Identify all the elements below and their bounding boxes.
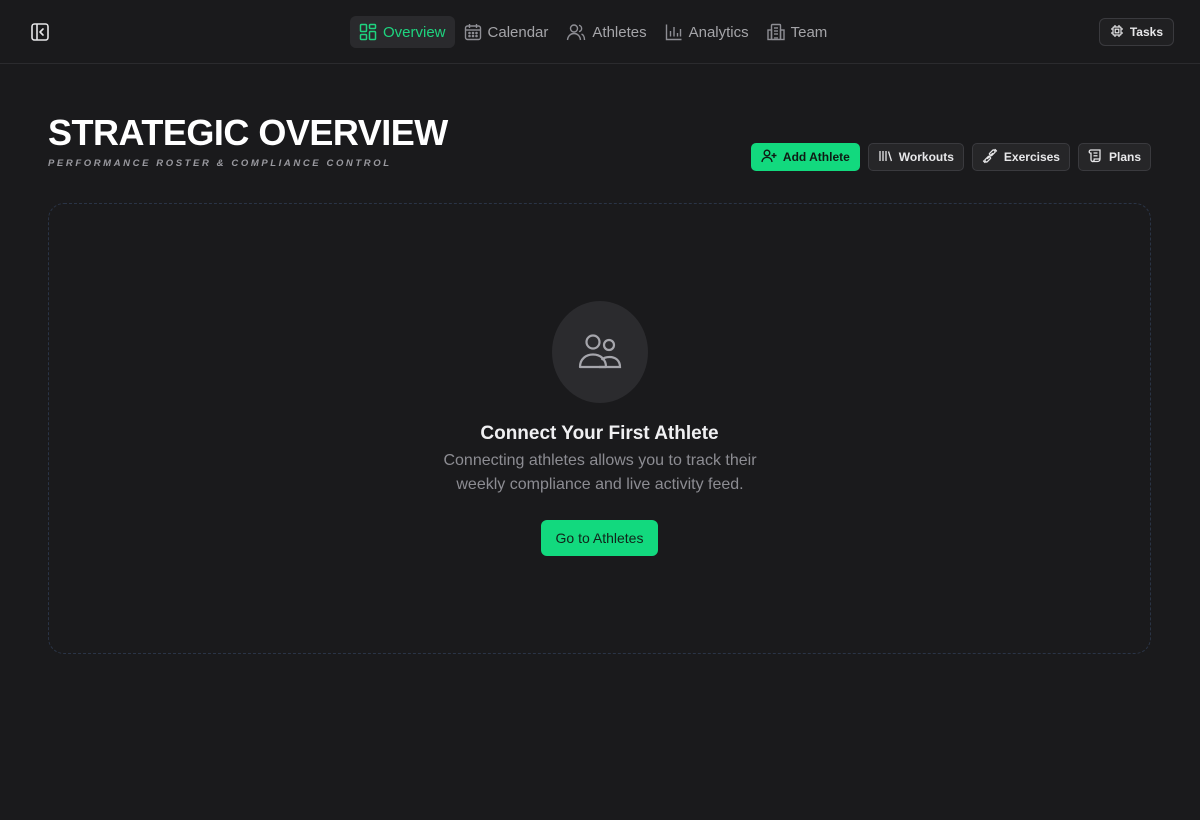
workouts-button[interactable]: Workouts xyxy=(867,143,964,171)
empty-state-title: Connect Your First Athlete xyxy=(480,423,719,444)
nav-item-team[interactable]: Team xyxy=(758,16,837,48)
nav-item-label: Overview xyxy=(383,23,446,41)
top-navigation-bar: Overview Calendar Athletes Analytics Tea… xyxy=(0,0,1200,64)
nav-item-label: Calendar xyxy=(487,23,549,41)
nav-item-label: Athletes xyxy=(592,23,647,41)
user-plus-icon xyxy=(761,149,777,166)
users-icon xyxy=(566,23,586,41)
nav-item-overview[interactable]: Overview xyxy=(350,16,455,48)
building-icon xyxy=(766,23,785,41)
page-subtitle: PERFORMANCE ROSTER & COMPLIANCE CONTROL xyxy=(48,158,392,169)
add-athlete-button[interactable]: Add Athlete xyxy=(750,143,860,171)
empty-state-description: Connecting athletes allows you to track … xyxy=(443,452,757,493)
tasks-label: Tasks xyxy=(1129,25,1163,39)
add-athlete-label: Add Athlete xyxy=(782,150,850,164)
workouts-label: Workouts xyxy=(898,150,954,164)
go-to-athletes-button[interactable]: Go to Athletes xyxy=(541,520,658,556)
plans-button[interactable]: Plans xyxy=(1077,143,1151,171)
nav-item-athletes[interactable]: Athletes xyxy=(557,16,655,48)
calendar-icon xyxy=(464,23,482,41)
nav-item-label: Team xyxy=(790,23,828,41)
page-title: STRATEGIC OVERVIEW xyxy=(48,112,448,153)
chip-icon xyxy=(1110,24,1124,41)
action-toolbar: Add Athlete Workouts Exercises Plans xyxy=(750,143,1151,171)
nav-item-calendar[interactable]: Calendar xyxy=(455,16,558,48)
exercises-button[interactable]: Exercises xyxy=(971,143,1070,171)
bar-chart-icon xyxy=(665,23,683,41)
sidebar-collapse-icon[interactable] xyxy=(28,20,52,44)
main-nav: Overview Calendar Athletes Analytics Tea… xyxy=(350,16,836,48)
scroll-icon xyxy=(1088,148,1103,166)
empty-state-panel: Connect Your First Athlete Connecting at… xyxy=(48,203,1151,654)
grid-icon xyxy=(359,23,377,41)
library-icon xyxy=(878,149,893,166)
plans-label: Plans xyxy=(1108,150,1141,164)
dumbbell-icon xyxy=(982,148,998,167)
exercises-label: Exercises xyxy=(1003,150,1060,164)
tasks-button[interactable]: Tasks xyxy=(1098,18,1174,46)
nav-item-analytics[interactable]: Analytics xyxy=(656,16,758,48)
nav-item-label: Analytics xyxy=(688,23,749,41)
athletes-icon xyxy=(552,301,648,403)
